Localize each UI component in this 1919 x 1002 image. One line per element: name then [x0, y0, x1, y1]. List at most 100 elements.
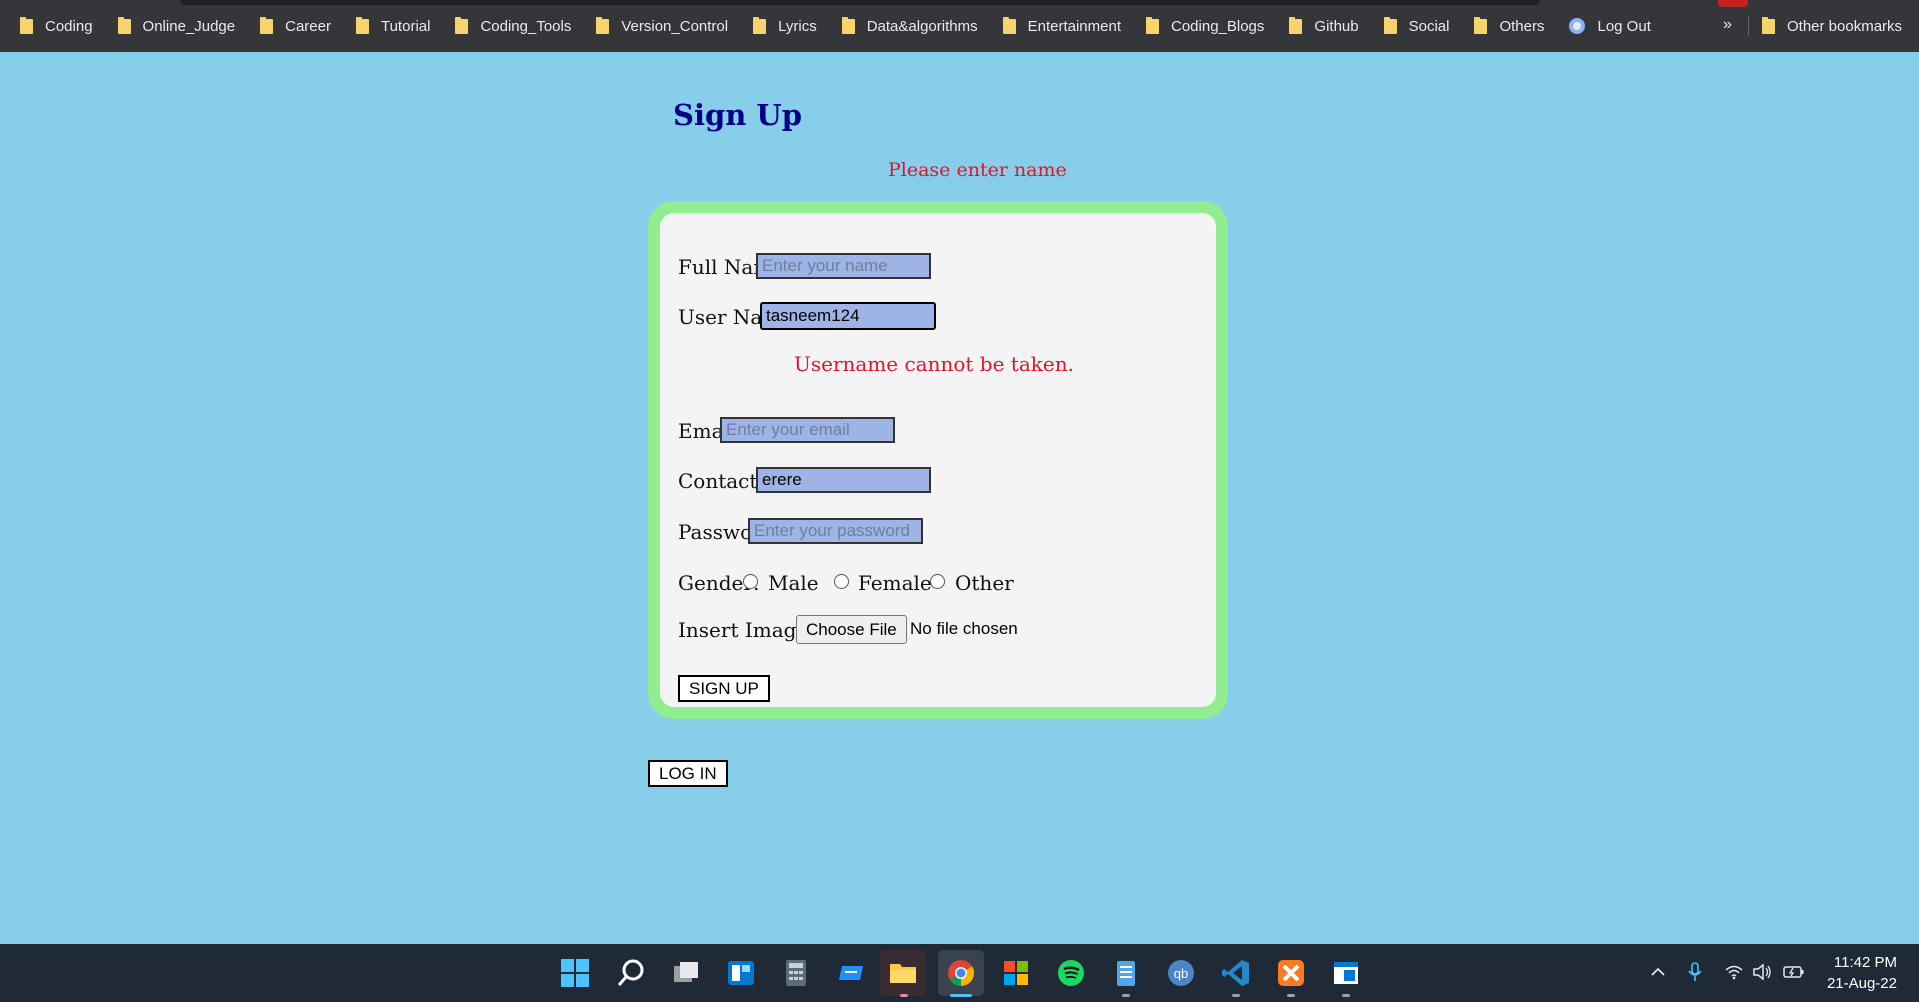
widgets-icon[interactable]	[726, 958, 756, 988]
bookmarks-overflow-button[interactable]: »	[1723, 16, 1732, 34]
system-clock[interactable]: 11:42 PM 21-Aug-22	[1827, 952, 1897, 994]
globe-icon	[1569, 18, 1586, 34]
bookmark-item[interactable]: Lyrics	[753, 16, 817, 35]
gender-female-label: Female	[858, 571, 932, 595]
signup-form: Full Name: User Name: Username cannot be…	[648, 201, 1228, 719]
full-name-input[interactable]	[756, 253, 931, 279]
folder-icon	[1383, 16, 1397, 34]
bookmark-label: Github	[1314, 17, 1359, 35]
bookmark-item[interactable]: Version_Control	[596, 16, 729, 35]
svg-text:qb: qb	[1174, 966, 1188, 981]
file-status-text: No file chosen	[910, 619, 1018, 638]
bookmark-item[interactable]: Data&algorithms	[841, 16, 978, 35]
bookmark-label: Coding_Tools	[480, 17, 572, 35]
bookmark-label: Lyrics	[778, 17, 817, 35]
bookmark-label: Online_Judge	[142, 17, 236, 35]
gender-other-label: Other	[955, 571, 1014, 595]
calculator-icon[interactable]	[781, 958, 811, 988]
gender-male-label: Male	[768, 571, 819, 595]
bookmarks-divider	[1748, 16, 1749, 36]
wifi-icon[interactable]	[1725, 964, 1743, 980]
folder-icon	[1146, 16, 1159, 34]
signup-button[interactable]: SIGN UP	[678, 675, 770, 702]
chevron-up-icon[interactable]	[1650, 964, 1666, 980]
gender-male-radio[interactable]	[743, 574, 758, 589]
folder-icon	[1002, 16, 1016, 34]
folder-icon	[753, 16, 767, 34]
gender-other-radio[interactable]	[930, 574, 945, 589]
bookmark-label: Version_Control	[621, 17, 729, 35]
contact-input[interactable]	[756, 467, 931, 493]
insert-image-label: Insert Image:	[678, 618, 816, 642]
bookmark-label: Data&algorithms	[866, 17, 978, 35]
username-error-message: Username cannot be taken.	[794, 352, 1074, 376]
file-explorer-running-dot	[900, 994, 908, 997]
snipping-tool-icon[interactable]	[1331, 958, 1361, 988]
folder-icon	[355, 16, 369, 34]
password-input[interactable]	[748, 518, 923, 544]
spotify-icon[interactable]	[1056, 958, 1086, 988]
bookmark-item[interactable]: Online_Judge	[117, 16, 236, 35]
name-error-message: Please enter name	[888, 159, 1067, 181]
bookmark-item[interactable]: Entertainment	[1002, 16, 1121, 35]
chrome-running-dot	[950, 994, 972, 997]
bookmarks-bar: Coding Online_Judge Career Tutorial Coding_T…	[0, 0, 1919, 52]
task-view-icon[interactable]	[671, 958, 701, 988]
bookmark-item[interactable]: Log Out	[1569, 17, 1651, 35]
start-icon[interactable]	[560, 958, 590, 988]
snipping-running-dot	[1342, 994, 1350, 997]
sticky-app-icon[interactable]	[836, 958, 866, 988]
battery-icon[interactable]	[1783, 964, 1805, 980]
bookmark-label: Entertainment	[1027, 17, 1121, 35]
notepad-running-dot	[1122, 994, 1130, 997]
bookmark-label: Others	[1499, 17, 1545, 35]
user-name-input[interactable]	[760, 302, 936, 330]
vscode-running-dot	[1232, 994, 1240, 997]
bookmark-item[interactable]: Others	[1474, 16, 1545, 35]
volume-icon[interactable]	[1752, 963, 1772, 981]
bookmark-label: Log Out	[1597, 17, 1651, 35]
folder-icon	[1289, 16, 1303, 34]
folder-icon	[596, 16, 610, 34]
bookmark-label: Social	[1408, 17, 1450, 35]
bookmark-item[interactable]: Coding	[20, 16, 93, 35]
folder-icon	[20, 16, 33, 34]
bookmark-item[interactable]: Coding_Tools	[455, 16, 572, 35]
other-bookmarks-label: Other bookmarks	[1787, 17, 1903, 35]
clock-time: 11:42 PM	[1833, 954, 1897, 971]
other-bookmarks-folder[interactable]: Other bookmarks	[1762, 0, 1902, 52]
folder-icon	[1762, 16, 1775, 34]
bookmark-item[interactable]: Social	[1383, 16, 1450, 35]
bookmark-item[interactable]: Career	[260, 16, 331, 35]
bookmark-label: Coding	[45, 17, 93, 35]
notepad-icon[interactable]	[1111, 958, 1141, 988]
choose-file-button[interactable]: Choose File	[796, 615, 907, 644]
folder-icon	[117, 16, 131, 34]
folder-icon	[455, 16, 469, 34]
email-input[interactable]	[720, 417, 895, 443]
bookmark-item[interactable]: Tutorial	[355, 16, 431, 35]
notification-badge	[1718, 0, 1748, 7]
xampp-icon[interactable]	[1276, 958, 1306, 988]
bookmark-list: Coding Online_Judge Career Tutorial Coding_T…	[20, 0, 1676, 52]
office-icon[interactable]	[1001, 958, 1031, 988]
xampp-running-dot	[1287, 994, 1295, 997]
folder-icon	[841, 16, 855, 34]
taskbar: qb 11:42 PM 21-Aug-22	[0, 944, 1919, 1002]
qbittorrent-icon[interactable]: qb	[1166, 958, 1196, 988]
gender-female-radio[interactable]	[834, 574, 849, 589]
bookmark-label: Coding_Blogs	[1171, 17, 1265, 35]
page-title: Sign Up	[673, 98, 802, 132]
microphone-icon[interactable]	[1688, 962, 1702, 982]
login-button[interactable]: LOG IN	[648, 760, 728, 787]
bookmark-label: Tutorial	[380, 17, 431, 35]
folder-icon	[260, 16, 274, 34]
bookmark-item[interactable]: Github	[1289, 16, 1359, 35]
folder-icon	[1474, 16, 1488, 34]
bookmark-label: Career	[285, 17, 331, 35]
vscode-icon[interactable]	[1221, 958, 1251, 988]
file-explorer-icon[interactable]	[888, 958, 918, 988]
search-icon[interactable]	[616, 958, 646, 988]
bookmark-item[interactable]: Coding_Blogs	[1146, 16, 1265, 35]
chrome-icon[interactable]	[946, 958, 976, 988]
